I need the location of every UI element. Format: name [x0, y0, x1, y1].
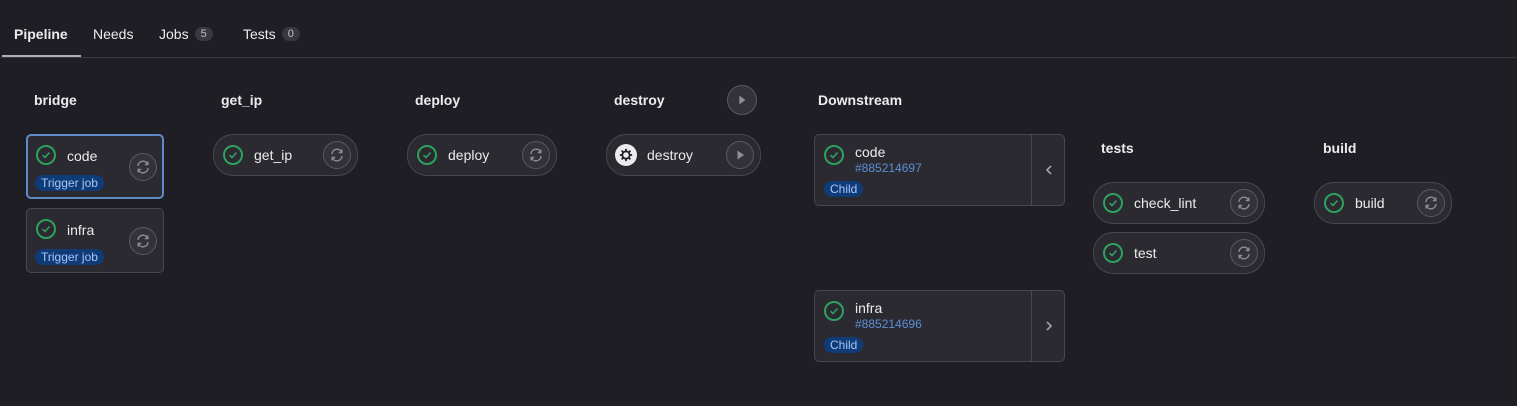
tab-jobs[interactable]: Jobs 5 [159, 24, 213, 44]
retry-button[interactable] [1230, 239, 1258, 267]
tab-tests[interactable]: Tests 0 [243, 24, 300, 44]
job-infra-trigger[interactable]: infra Trigger job [26, 208, 164, 273]
retry-icon [530, 148, 542, 162]
job-build[interactable]: build [1314, 182, 1452, 224]
tests-count-badge: 0 [281, 27, 300, 41]
pipeline-id-link[interactable]: #885214697 [855, 161, 922, 175]
expand-downstream-button[interactable] [1032, 291, 1065, 361]
retry-button[interactable] [1417, 189, 1445, 217]
job-name: infra [67, 222, 95, 238]
retry-button[interactable] [522, 141, 550, 169]
tab-pipeline[interactable]: Pipeline [14, 24, 68, 44]
trigger-job-badge: Trigger job [35, 175, 104, 191]
jobs-count-badge: 5 [194, 27, 213, 41]
child-badge: Child [824, 337, 864, 353]
job-name: check_lint [1134, 195, 1197, 211]
retry-icon [331, 148, 343, 162]
play-icon [737, 150, 744, 160]
retry-button[interactable] [129, 153, 157, 181]
job-name: build [1355, 195, 1385, 211]
retry-button[interactable] [129, 227, 157, 255]
retry-icon [1238, 196, 1250, 210]
check-circle-icon [824, 301, 844, 321]
tab-tests-label: Tests [243, 26, 276, 42]
play-stage-button[interactable] [727, 85, 757, 115]
stage-title-build: build [1323, 140, 1357, 156]
job-get-ip[interactable]: get_ip [213, 134, 358, 176]
retry-icon [1425, 196, 1437, 210]
child-badge: Child [824, 181, 864, 197]
job-test[interactable]: test [1093, 232, 1265, 274]
retry-button[interactable] [1230, 189, 1258, 217]
retry-icon [137, 160, 149, 174]
check-circle-icon [223, 145, 243, 165]
check-circle-icon [1324, 193, 1344, 213]
job-code-trigger[interactable]: code Trigger job [26, 134, 164, 199]
play-button[interactable] [726, 141, 754, 169]
retry-icon [1238, 246, 1250, 260]
retry-icon [137, 234, 149, 248]
stage-title-get-ip: get_ip [221, 92, 263, 108]
check-circle-icon [36, 219, 56, 239]
job-name: get_ip [254, 147, 293, 163]
stage-title-downstream: Downstream [818, 92, 903, 108]
job-name: deploy [448, 147, 490, 163]
tab-needs-label: Needs [93, 26, 134, 42]
chevron-left-icon [1045, 165, 1052, 175]
check-circle-icon [1103, 193, 1123, 213]
downstream-pipeline-code[interactable]: code #885214697 Child [814, 134, 1065, 206]
check-circle-icon [36, 145, 56, 165]
retry-button[interactable] [323, 141, 351, 169]
tab-bar: Pipeline Needs Jobs 5 Tests 0 [0, 0, 1517, 58]
downstream-name: code [855, 144, 886, 160]
tab-needs[interactable]: Needs [93, 24, 133, 44]
downstream-pipeline-infra[interactable]: infra #885214696 Child [814, 290, 1065, 362]
tab-pipeline-label: Pipeline [14, 26, 68, 42]
chevron-right-icon [1045, 321, 1052, 331]
pipeline-id-link[interactable]: #885214696 [855, 317, 922, 331]
stage-title-tests: tests [1101, 140, 1134, 156]
trigger-job-badge: Trigger job [35, 249, 104, 265]
job-name: code [67, 148, 98, 164]
job-name: destroy [647, 147, 693, 163]
tab-jobs-label: Jobs [159, 26, 189, 42]
collapse-downstream-button[interactable] [1032, 135, 1065, 205]
job-check-lint[interactable]: check_lint [1093, 182, 1265, 224]
active-tab-indicator [2, 55, 81, 57]
check-circle-icon [417, 145, 437, 165]
job-name: test [1134, 245, 1157, 261]
downstream-name: infra [855, 300, 883, 316]
play-icon [739, 95, 746, 105]
stage-title-deploy: deploy [415, 92, 461, 108]
job-deploy[interactable]: deploy [407, 134, 557, 176]
job-destroy[interactable]: destroy [606, 134, 761, 176]
gear-icon [615, 144, 637, 166]
check-circle-icon [824, 145, 844, 165]
stage-title-bridge: bridge [34, 92, 77, 108]
stage-title-destroy: destroy [614, 92, 665, 108]
check-circle-icon [1103, 243, 1123, 263]
